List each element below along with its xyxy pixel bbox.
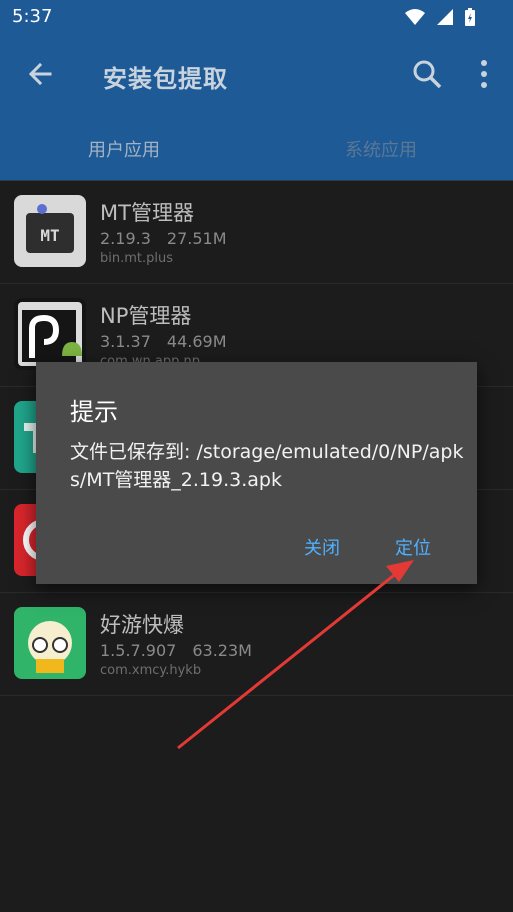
arrow-back-icon[interactable] (24, 58, 56, 90)
app-meta: 3.1.37 44.69M (100, 332, 227, 351)
app-size: 27.51M (166, 229, 227, 248)
list-item[interactable]: MT MT管理器 2.19.3 27.51M bin.mt.plus (0, 181, 513, 284)
app-name: 好游快爆 (100, 613, 184, 637)
np-manager-icon (14, 298, 86, 370)
status-icons (405, 8, 475, 26)
hykb-icon (14, 607, 86, 679)
signal-icon (437, 9, 453, 25)
tab-user-apps[interactable]: 用户应用 (88, 136, 160, 162)
app-bar: 安装包提取 (0, 34, 513, 116)
close-button[interactable]: 关闭 (304, 534, 340, 560)
status-bar: 5:37 (0, 0, 513, 34)
dialog-title: 提示 (70, 398, 118, 426)
locate-button[interactable]: 定位 (395, 534, 431, 560)
app-name: MT管理器 (100, 201, 194, 225)
search-icon[interactable] (411, 58, 443, 90)
tab-system-apps[interactable]: 系统应用 (345, 136, 417, 162)
more-vert-icon[interactable] (472, 58, 496, 90)
app-version: 3.1.37 (100, 332, 151, 351)
tab-bar: 用户应用 系统应用 (0, 116, 513, 181)
battery-charging-icon (465, 8, 475, 26)
app-version: 1.5.7.907 (100, 641, 177, 660)
app-package: bin.mt.plus (100, 251, 174, 266)
app-version: 2.19.3 (100, 229, 151, 248)
status-time: 5:37 (12, 6, 53, 27)
page-title: 安装包提取 (103, 65, 228, 93)
saved-dialog: 提示 文件已保存到: /storage/emulated/0/NP/apks/M… (36, 362, 477, 584)
app-meta: 2.19.3 27.51M (100, 229, 227, 248)
app-size: 63.23M (192, 641, 252, 660)
wifi-icon (405, 9, 425, 25)
app-package: com.xmcy.hykb (100, 663, 202, 678)
dialog-message: 文件已保存到: /storage/emulated/0/NP/apks/MT管理… (70, 441, 464, 491)
app-meta: 1.5.7.907 63.23M (100, 641, 252, 660)
svg-text:MT: MT (40, 226, 59, 245)
mt-manager-icon: MT (14, 195, 86, 267)
app-name: NP管理器 (100, 304, 192, 328)
list-item[interactable]: 好游快爆 1.5.7.907 63.23M com.xmcy.hykb (0, 593, 513, 696)
app-size: 44.69M (166, 332, 227, 351)
